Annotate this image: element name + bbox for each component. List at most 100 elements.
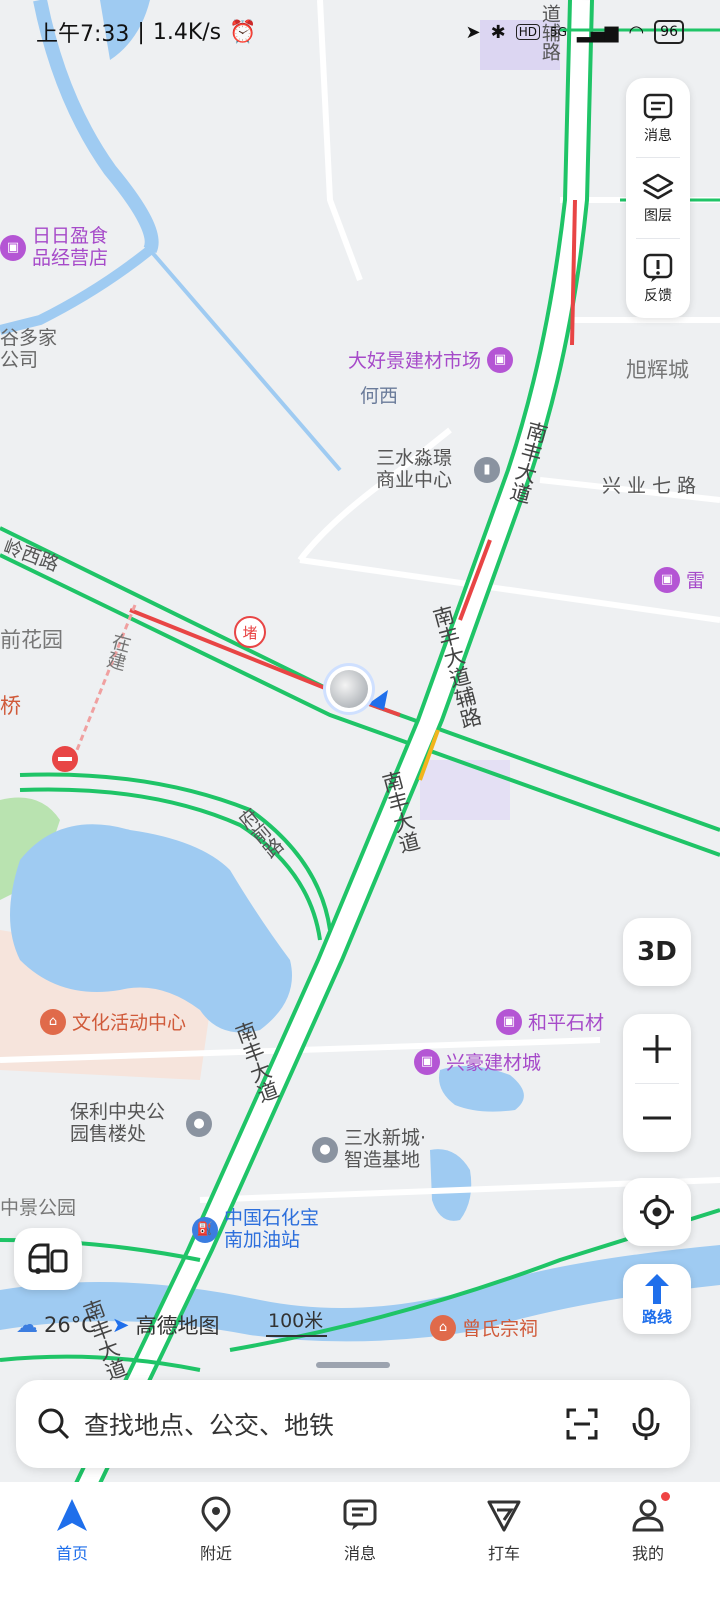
area-label-zhongjing: 中景公园 — [0, 1197, 77, 1219]
brand-name: 高德地图 — [135, 1314, 220, 1338]
tab-taxi-label: 打车 — [487, 1544, 520, 1563]
amap-logo-icon: ➤ — [111, 1313, 130, 1337]
feedback-tool-button[interactable]: 反馈 — [626, 239, 690, 318]
poi-lei[interactable]: ▣ 雷 — [654, 566, 705, 593]
tab-messages[interactable]: 消息 — [310, 1496, 410, 1564]
alarm-icon: ⏰ — [229, 19, 257, 45]
search-icon — [38, 1408, 70, 1440]
layers-tool-button[interactable]: 图层 — [626, 158, 690, 237]
status-divider: | — [137, 19, 145, 45]
status-bar: 上午7:33 | 1.4K/s ⏰ ➤ ✱ HD 5G ▂▄▆ ◠ 96 — [0, 0, 720, 64]
poi-wenhua[interactable]: ⌂ 文化活动中心 — [40, 1008, 186, 1035]
tab-messages-label: 消息 — [343, 1544, 376, 1563]
car-mode-button[interactable] — [14, 1228, 82, 1290]
poi-sanshui-shangye[interactable]: 三水淼璟商业中心 ▮ — [376, 447, 500, 492]
tab-home-label: 首页 — [55, 1544, 88, 1563]
layers-icon — [642, 173, 674, 200]
area-label-guduojia: 谷多家公司 — [0, 327, 58, 371]
zoom-in-button[interactable] — [623, 1015, 691, 1083]
battery-icon: 96 — [654, 20, 684, 44]
crosshair-icon — [640, 1195, 674, 1229]
weather-info[interactable]: ☁ 26°C ➤ 高德地图 — [16, 1310, 220, 1340]
feedback-tool-label: 反馈 — [644, 288, 672, 305]
poi-label: 和平石材 — [528, 1012, 605, 1034]
traffic-jam-badge[interactable]: 堵 — [234, 616, 266, 648]
locate-me-button[interactable] — [623, 1178, 691, 1246]
poi-dahaojing[interactable]: 大好景建材市场 ▣ — [348, 346, 514, 373]
layers-tool-label: 图层 — [644, 208, 672, 224]
tab-nearby[interactable]: 附近 — [166, 1496, 266, 1564]
voice-search-button[interactable] — [622, 1400, 670, 1448]
poi-label: 文化活动中心 — [72, 1012, 187, 1034]
status-left: 上午7:33 | 1.4K/s ⏰ — [36, 16, 257, 48]
bottom-tab-bar: 首页 附近 消息 打车 我的 — [0, 1482, 720, 1600]
poi-label: 三水淼璟商业中心 — [376, 447, 453, 491]
poi-heping[interactable]: ▣ 和平石材 — [496, 1008, 604, 1035]
search-bar[interactable]: 查找地点、公交、地铁 — [16, 1380, 690, 1468]
culture-icon: ⌂ — [40, 1008, 66, 1035]
drawer-handle[interactable] — [316, 1362, 390, 1368]
zoom-control — [623, 1014, 691, 1152]
shop-icon: ▣ — [496, 1008, 522, 1035]
scan-button[interactable] — [558, 1400, 606, 1448]
location-pin-icon: ● — [186, 1110, 212, 1137]
poi-zengshi[interactable]: ⌂ 曾氏宗祠 — [430, 1314, 538, 1341]
navigation-home-icon — [57, 1499, 87, 1531]
status-hd: HD — [515, 24, 540, 40]
status-net-speed: 1.4K/s — [152, 19, 222, 45]
user-icon — [632, 1499, 664, 1532]
area-label-huayuan: 前花园 — [0, 628, 63, 652]
tab-taxi[interactable]: 打车 — [454, 1496, 554, 1564]
status-signal: 5G — [549, 25, 567, 39]
zoom-out-button[interactable] — [623, 1084, 691, 1152]
route-button[interactable]: 路线 — [623, 1264, 691, 1334]
poi-label: 保利中央公园售楼处 — [70, 1101, 166, 1145]
message-icon — [643, 93, 673, 122]
microphone-icon — [632, 1407, 660, 1440]
tab-nearby-label: 附近 — [199, 1544, 232, 1563]
area-label-hexi: 何西 — [360, 385, 399, 407]
poi-label: 中国石化宝南加油站 — [224, 1207, 320, 1251]
location-pin-icon: ● — [312, 1136, 338, 1163]
poi-sanshui-xincheng[interactable]: ● 三水新城·智造基地 — [312, 1127, 440, 1172]
messages-tool-button[interactable]: 消息 — [626, 78, 690, 157]
poi-label: 兴豪建材城 — [446, 1052, 542, 1074]
tab-mine[interactable]: 我的 — [598, 1492, 698, 1564]
map-scale: 100米 — [266, 1306, 328, 1337]
feedback-icon — [643, 254, 673, 283]
avatar — [330, 670, 368, 708]
status-right: ➤ ✱ HD 5G ▂▄▆ ◠ 96 — [466, 20, 684, 44]
minus-icon — [643, 1116, 671, 1119]
user-location-avatar[interactable] — [326, 666, 372, 712]
notification-dot — [661, 1492, 670, 1501]
road-label-xingye: 兴业七路 — [602, 475, 703, 497]
map-tool-panel: 消息 图层 反馈 — [626, 78, 690, 318]
signal-bars-icon: ▂▄▆ — [576, 21, 619, 43]
messages-tool-label: 消息 — [644, 127, 672, 144]
poi-label: 曾氏宗祠 — [462, 1318, 539, 1340]
poi-ririying[interactable]: ▣ 日日盈食品经营店 — [0, 225, 122, 270]
poi-zhongshihua[interactable]: ⛽ 中国石化宝南加油站 — [192, 1207, 332, 1252]
shop-icon: ▣ — [414, 1048, 440, 1075]
temperature: 26°C — [44, 1313, 96, 1337]
car-icon — [28, 1243, 68, 1274]
tab-home[interactable]: 首页 — [22, 1496, 122, 1564]
plus-icon — [643, 1034, 671, 1063]
route-label: 路线 — [641, 1307, 672, 1326]
navigation-arrow-icon: ➤ — [465, 21, 481, 43]
3d-toggle-button[interactable]: 3D — [623, 918, 691, 986]
poi-label: 日日盈食品经营店 — [32, 225, 109, 269]
area-label-qiao: 桥 — [0, 694, 21, 718]
poi-xinghao[interactable]: ▣ 兴豪建材城 — [414, 1048, 541, 1075]
taxi-icon — [487, 1500, 521, 1532]
shop-icon: ▣ — [0, 234, 26, 261]
scan-icon — [566, 1408, 598, 1440]
shop-icon: ▣ — [654, 566, 680, 593]
status-time: 上午7:33 — [36, 22, 130, 47]
building-icon: ▮ — [474, 456, 500, 483]
poi-baoli[interactable]: 保利中央公园售楼处 ● — [70, 1101, 212, 1146]
search-placeholder: 查找地点、公交、地铁 — [84, 1411, 335, 1440]
cloud-icon: ☁ — [16, 1312, 38, 1338]
message-icon — [343, 1499, 377, 1530]
route-arrow-icon — [645, 1273, 669, 1304]
